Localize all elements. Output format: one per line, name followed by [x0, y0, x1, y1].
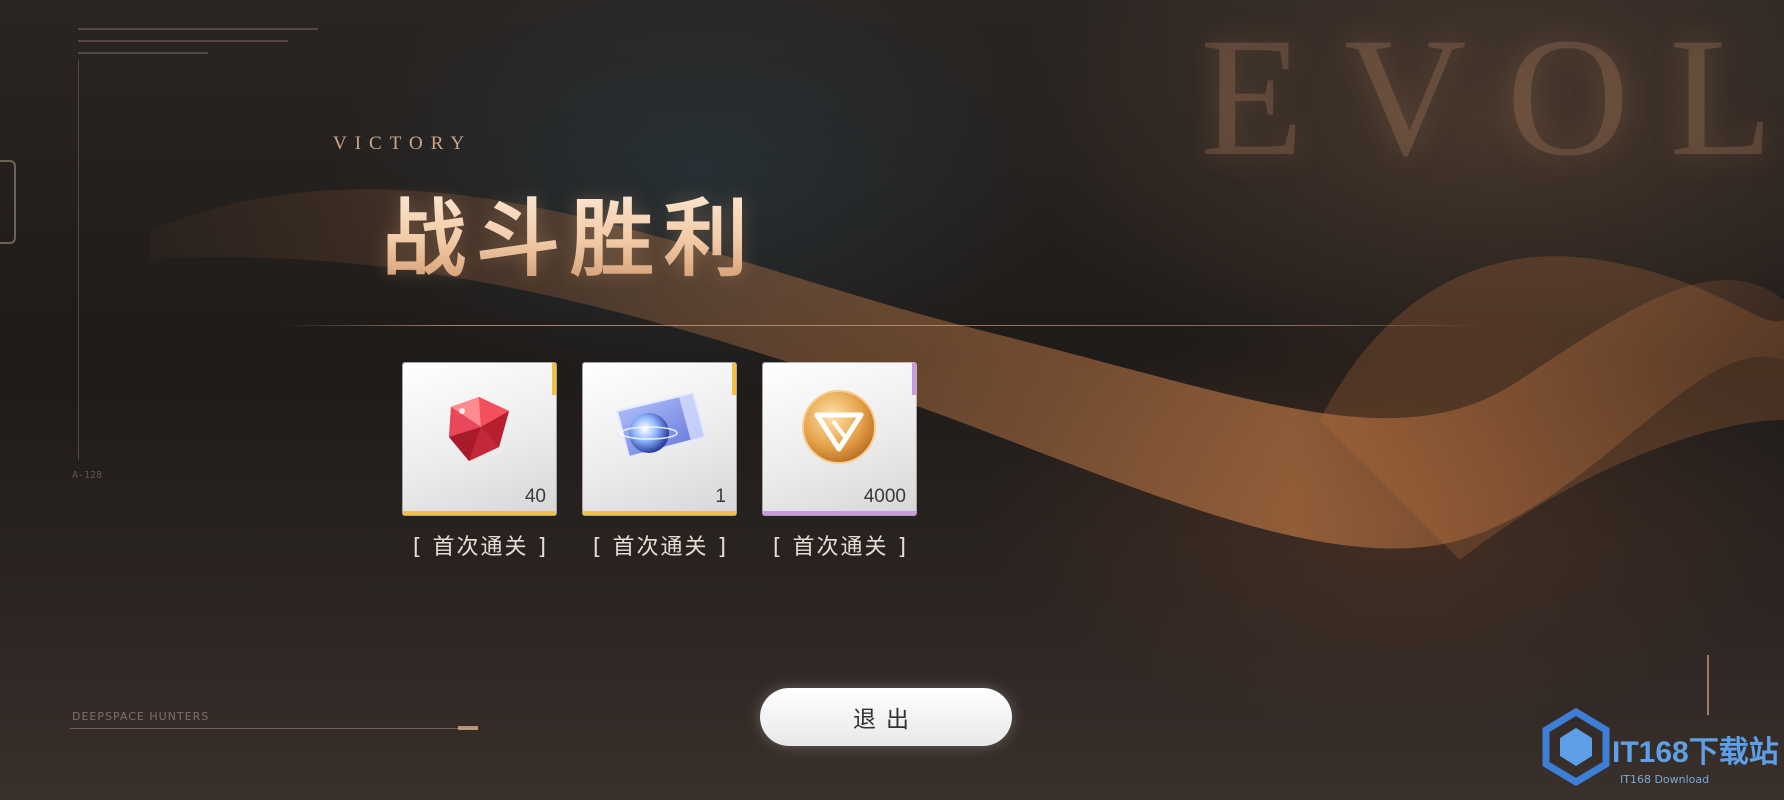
- reward-item[interactable]: 1 [ 首次通关 ]: [583, 363, 738, 561]
- decorative-text-lines: [78, 28, 338, 64]
- small-code-tag: A-128: [72, 470, 103, 481]
- battle-result-screen: EVOL A-128 VICTORY 战斗胜利 40 [首次通关] 1 […: [0, 0, 1784, 800]
- rarity-corner: [732, 363, 736, 395]
- right-frame-line: [1707, 655, 1709, 715]
- victory-chinese-title: 战斗胜利: [382, 172, 758, 293]
- red-diamond-icon: [449, 397, 509, 461]
- watermark-text: IT168下载站: [1612, 736, 1779, 769]
- reward-amount: 40: [524, 486, 546, 507]
- reward-item[interactable]: 4000 [ 首次通关 ]: [763, 363, 918, 561]
- reward-card[interactable]: 1: [583, 363, 736, 515]
- gold-coin-icon: [802, 390, 876, 464]
- left-frame-line: [78, 60, 79, 460]
- reward-amount: 1: [715, 486, 726, 507]
- reward-card[interactable]: 4000: [763, 363, 916, 515]
- reward-item[interactable]: 40 [ 首次通关 ]: [403, 363, 558, 561]
- rarity-bar: [403, 511, 556, 515]
- title-divider: [280, 325, 1484, 326]
- rarity-corner: [912, 363, 916, 395]
- reward-card[interactable]: 40: [403, 363, 556, 515]
- reward-label: [ 首次通关 ]: [592, 535, 729, 560]
- star-ticket-icon: [615, 391, 707, 459]
- side-bracket: [0, 160, 16, 244]
- rarity-corner: [552, 363, 556, 395]
- footer-accent: [458, 726, 478, 730]
- footer-label: DEEPSPACE HUNTERS: [72, 710, 210, 723]
- reward-amount: 4000: [863, 486, 906, 507]
- reward-label: [ 首次通关 ]: [772, 535, 909, 560]
- rarity-bar: [583, 511, 736, 515]
- footer-line: [70, 728, 478, 729]
- reward-label: [ 首次通关 ]: [412, 535, 549, 560]
- rarity-bar: [763, 511, 916, 515]
- watermark-logo-icon: [1542, 707, 1610, 786]
- victory-english-title: VICTORY: [333, 133, 473, 154]
- exit-button[interactable]: 退出: [760, 688, 1012, 746]
- background-title-word: EVOL: [1200, 3, 1784, 191]
- watermark-subtext: IT168 Download: [1620, 773, 1710, 786]
